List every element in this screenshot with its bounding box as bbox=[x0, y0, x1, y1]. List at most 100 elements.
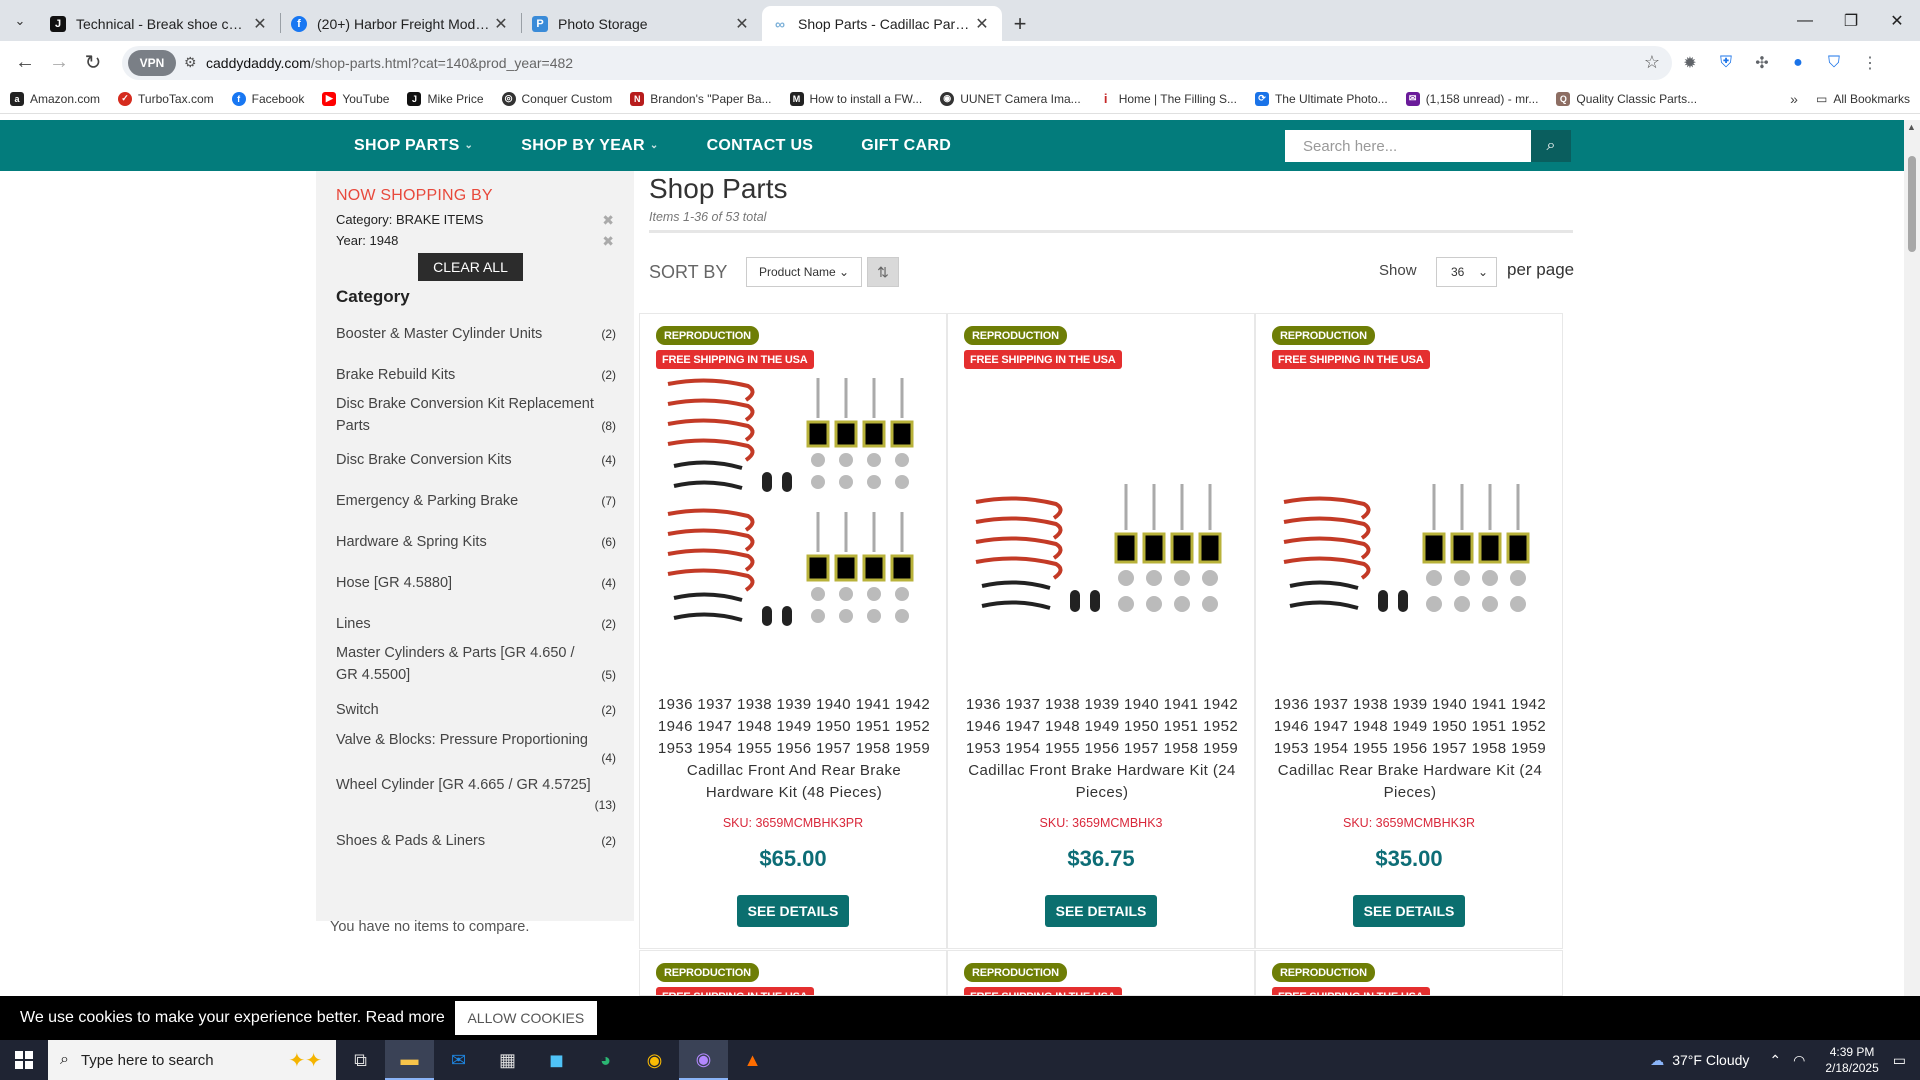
nav-shop-parts[interactable]: SHOP PARTS ⌄ bbox=[354, 137, 473, 155]
tab-1[interactable]: f (20+) Harbor Freight Modifyers ✕ bbox=[281, 6, 521, 41]
category-item[interactable]: Emergency & Parking Brake (7) bbox=[336, 490, 616, 512]
per-page-select[interactable]: 36 ⌄ bbox=[1436, 257, 1497, 287]
sort-direction-button[interactable]: ⇅ bbox=[867, 257, 899, 287]
product-card-partial[interactable]: REPRODUCTION FREE SHIPPING IN THE USA bbox=[639, 950, 947, 996]
menu-kebab-icon[interactable]: ⋮ bbox=[1852, 46, 1888, 80]
password-shield-icon[interactable]: ⛉ bbox=[1816, 46, 1852, 80]
product-name[interactable]: 1936 1937 1938 1939 1940 1941 1942 1946 … bbox=[960, 694, 1244, 804]
bookmark-item[interactable]: ✉ (1,158 unread) - mr... bbox=[1405, 91, 1538, 106]
clock[interactable]: 4:39 PM 2/18/2025 bbox=[1825, 1044, 1878, 1076]
extension-gear-icon[interactable]: ✹ bbox=[1672, 46, 1708, 80]
outlook-icon[interactable]: ✉ bbox=[434, 1040, 483, 1080]
notifications-icon[interactable]: ▭ bbox=[1893, 1052, 1906, 1069]
minimize-icon[interactable]: — bbox=[1782, 0, 1828, 41]
product-card[interactable]: REPRODUCTION FREE SHIPPING IN THE USA 19… bbox=[947, 313, 1255, 949]
tab-search-icon[interactable]: ⌄ bbox=[0, 0, 40, 41]
scrollbar-thumb[interactable] bbox=[1908, 156, 1916, 252]
product-image[interactable] bbox=[658, 372, 930, 652]
start-button[interactable] bbox=[0, 1040, 48, 1080]
new-tab-button[interactable]: + bbox=[1002, 6, 1038, 41]
page-scrollbar[interactable]: ▲ ▼ bbox=[1904, 120, 1920, 1040]
bookmark-item[interactable]: ▶ YouTube bbox=[322, 91, 389, 106]
forward-icon[interactable]: → bbox=[42, 46, 76, 80]
bookmark-item[interactable]: ◎ Conquer Custom bbox=[501, 91, 612, 106]
search-button[interactable]: ⌕ bbox=[1531, 130, 1571, 162]
site-search-input[interactable]: Search here... bbox=[1285, 130, 1531, 162]
vpn-browser-icon[interactable]: ◉ bbox=[679, 1040, 728, 1080]
bookmark-item[interactable]: N Brandon's "Paper Ba... bbox=[630, 91, 772, 106]
category-item[interactable]: Booster & Master Cylinder Units (2) bbox=[336, 323, 616, 345]
bookmark-item[interactable]: ⟳ The Ultimate Photo... bbox=[1254, 91, 1388, 106]
clear-all-button[interactable]: CLEAR ALL bbox=[418, 253, 523, 281]
calculator-icon[interactable]: ▦ bbox=[483, 1040, 532, 1080]
tab-close-icon[interactable]: ✕ bbox=[491, 14, 511, 34]
restore-icon[interactable]: ❐ bbox=[1828, 0, 1874, 41]
category-item[interactable]: Wheel Cylinder [GR 4.665 / GR 4.5725] (13… bbox=[336, 774, 616, 812]
product-name[interactable]: 1936 1937 1938 1939 1940 1941 1942 1946 … bbox=[652, 694, 936, 804]
tab-2[interactable]: P Photo Storage ✕ bbox=[522, 6, 762, 41]
vpn-badge[interactable]: VPN bbox=[128, 49, 176, 76]
tab-0[interactable]: J Technical - Break shoe compon... ✕ bbox=[40, 6, 280, 41]
network-icon[interactable]: ◠ bbox=[1793, 1052, 1805, 1069]
bookmark-item[interactable]: ◉ UUNET Camera Ima... bbox=[940, 91, 1081, 106]
bookmark-item[interactable]: ✓ TurboTax.com bbox=[118, 91, 214, 106]
category-item[interactable]: Master Cylinders & Parts [GR 4.650 / GR … bbox=[336, 642, 616, 686]
more-bookmarks-icon[interactable]: » bbox=[1790, 91, 1798, 107]
nav-contact-us[interactable]: CONTACT US bbox=[707, 137, 814, 155]
all-bookmarks[interactable]: ▭ All Bookmarks bbox=[1816, 92, 1910, 106]
bookmark-item[interactable]: M How to install a FW... bbox=[789, 91, 922, 106]
close-window-icon[interactable]: ✕ bbox=[1874, 0, 1920, 41]
extension-shield-icon[interactable]: ⛨ bbox=[1708, 46, 1744, 80]
product-image[interactable] bbox=[966, 414, 1238, 694]
reload-icon[interactable]: ↻ bbox=[76, 46, 110, 80]
media-app-icon[interactable]: ▲ bbox=[728, 1040, 777, 1080]
weather-widget[interactable]: ☁ 37°F Cloudy bbox=[1650, 1052, 1749, 1069]
scroll-up-icon[interactable]: ▲ bbox=[1907, 122, 1916, 132]
category-item[interactable]: Switch (2) bbox=[336, 699, 616, 721]
bookmark-item[interactable]: a Amazon.com bbox=[10, 91, 100, 106]
product-card[interactable]: REPRODUCTION FREE SHIPPING IN THE USA 19… bbox=[1255, 313, 1563, 949]
nav-shop-by-year[interactable]: SHOP BY YEAR ⌄ bbox=[521, 137, 658, 155]
site-settings-icon[interactable]: ⚙ bbox=[184, 54, 206, 71]
back-icon[interactable]: ← bbox=[8, 46, 42, 80]
remove-filter-icon[interactable]: ✖ bbox=[602, 233, 614, 250]
profile-icon[interactable]: ● bbox=[1780, 46, 1816, 80]
category-item[interactable]: Brake Rebuild Kits (2) bbox=[336, 364, 616, 386]
extensions-puzzle-icon[interactable]: ✣ bbox=[1744, 46, 1780, 80]
see-details-button[interactable]: SEE DETAILS bbox=[737, 895, 849, 927]
product-card-partial[interactable]: REPRODUCTION FREE SHIPPING IN THE USA bbox=[1255, 950, 1563, 996]
allow-cookies-button[interactable]: ALLOW COOKIES bbox=[454, 1001, 597, 1035]
chrome-icon[interactable]: ◉ bbox=[630, 1040, 679, 1080]
tab-close-icon[interactable]: ✕ bbox=[250, 14, 270, 34]
file-explorer-icon[interactable]: ▬ bbox=[385, 1040, 434, 1080]
category-item[interactable]: Valve & Blocks: Pressure Proportioning (4… bbox=[336, 729, 616, 765]
bookmark-item[interactable]: J Mike Price bbox=[407, 91, 484, 106]
taskbar-search-input[interactable]: ⌕ Type here to search ✦✦ bbox=[48, 1040, 336, 1080]
product-card-partial[interactable]: REPRODUCTION FREE SHIPPING IN THE USA bbox=[947, 950, 1255, 996]
category-item[interactable]: Disc Brake Conversion Kits (4) bbox=[336, 449, 616, 471]
read-more-link[interactable]: Read more bbox=[366, 1009, 445, 1026]
bookmark-item[interactable]: i Home | The Filling S... bbox=[1099, 91, 1237, 106]
bookmark-item[interactable]: f Facebook bbox=[231, 91, 304, 106]
tab-close-icon[interactable]: ✕ bbox=[732, 14, 752, 34]
tab-3-active[interactable]: ∞ Shop Parts - Cadillac Parts Onli... ✕ bbox=[762, 6, 1002, 41]
product-card[interactable]: REPRODUCTION FREE SHIPPING IN THE USA 19… bbox=[639, 313, 947, 949]
category-item[interactable]: Hardware & Spring Kits (6) bbox=[336, 531, 616, 553]
address-bar[interactable]: VPN ⚙ caddydaddy.com/shop-parts.html?cat… bbox=[122, 45, 1672, 80]
bookmark-star-icon[interactable]: ☆ bbox=[1644, 52, 1660, 73]
bookmark-item[interactable]: Q Quality Classic Parts... bbox=[1556, 91, 1697, 106]
tab-close-icon[interactable]: ✕ bbox=[972, 14, 992, 34]
see-details-button[interactable]: SEE DETAILS bbox=[1045, 895, 1157, 927]
sort-select[interactable]: Product Name ⌄ bbox=[746, 257, 862, 287]
category-item[interactable]: Shoes & Pads & Liners (2) bbox=[336, 830, 616, 852]
see-details-button[interactable]: SEE DETAILS bbox=[1353, 895, 1465, 927]
category-item[interactable]: Hose [GR 4.5880] (4) bbox=[336, 572, 616, 594]
url-text[interactable]: caddydaddy.com/shop-parts.html?cat=140&p… bbox=[206, 55, 1644, 71]
category-item[interactable]: Disc Brake Conversion Kit Replacement Pa… bbox=[336, 393, 616, 437]
nav-gift-card[interactable]: GIFT CARD bbox=[861, 137, 951, 155]
edge-icon[interactable]: ◕ bbox=[581, 1040, 630, 1080]
remove-filter-icon[interactable]: ✖ bbox=[602, 212, 614, 229]
product-image[interactable] bbox=[1274, 414, 1546, 694]
category-item[interactable]: Lines (2) bbox=[336, 613, 616, 635]
store-icon[interactable]: ◼ bbox=[532, 1040, 581, 1080]
